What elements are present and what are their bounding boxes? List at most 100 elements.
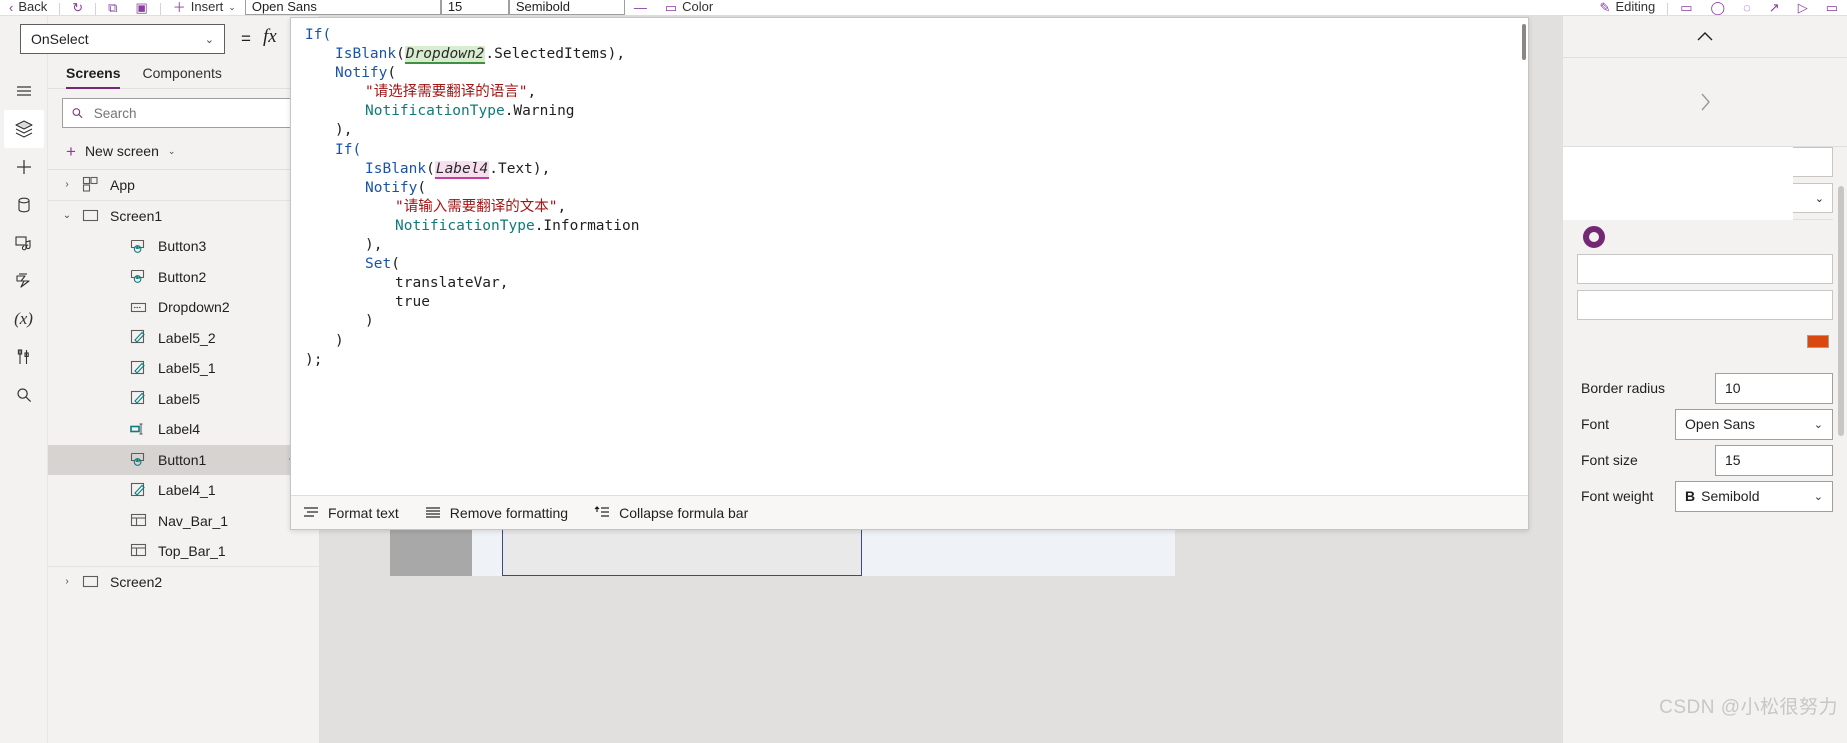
panel-overlay — [1563, 147, 1793, 220]
font-family-combobox[interactable]: Open Sans — [244, 0, 441, 15]
formula-editor[interactable]: If(IsBlank(Dropdown2.SelectedItems), Noti… — [291, 18, 1528, 495]
chevron-right-icon[interactable]: › — [56, 179, 78, 190]
property-select[interactable]: Open Sans ⌄ — [1675, 408, 1833, 440]
comment-button[interactable]: ◌ — [1734, 0, 1760, 15]
redo-button[interactable]: ↻ — [63, 0, 92, 15]
tree-item-dropdown2[interactable]: Dropdown2 — [48, 292, 319, 323]
tree-item-label: App — [110, 176, 135, 193]
top-command-bar: ‹ Back ↻ ⧉ ▣ ＋ Insert ⌄ Open Sans 15 Sem… — [0, 0, 1847, 16]
variables-icon[interactable]: (x) — [4, 300, 44, 338]
fill-color-swatch[interactable] — [1807, 334, 1829, 348]
publish-button[interactable]: ▭ — [1817, 0, 1847, 15]
copy-button[interactable]: ⧉ — [99, 0, 126, 15]
expand-right-panel-button[interactable] — [1563, 58, 1847, 147]
search-icon[interactable] — [4, 376, 44, 414]
formula-token: NotificationType — [395, 217, 535, 234]
font-weight-combobox[interactable]: Semibold — [508, 0, 625, 15]
database-icon[interactable] — [4, 186, 44, 224]
tree-item-label: Label4 — [158, 421, 201, 438]
container-icon — [126, 542, 150, 559]
theme-color-swatch[interactable] — [1583, 226, 1605, 248]
tree-item-label4_1[interactable]: Label4_1 — [48, 475, 319, 506]
chevron-down-icon[interactable]: ⌄ — [56, 210, 78, 221]
layers-icon[interactable] — [3, 110, 44, 148]
search-input[interactable] — [91, 104, 296, 122]
paste-button[interactable]: ▣ — [126, 0, 156, 15]
editing-mode-button[interactable]: ✎ Editing — [1591, 0, 1665, 15]
formula-token: , — [527, 84, 537, 101]
redo-icon: ↻ — [72, 0, 84, 15]
panel-field-box-3[interactable] — [1577, 290, 1833, 320]
screen-icon — [78, 573, 102, 590]
formula-code[interactable]: If(IsBlank(Dropdown2.SelectedItems), Noti… — [291, 26, 1528, 370]
divider — [95, 3, 97, 15]
font-size-combobox[interactable]: 15 — [440, 0, 509, 15]
remove-formatting-button[interactable]: Remove formatting — [425, 505, 568, 521]
formula-token: ( — [391, 256, 400, 273]
hamburger-menu-icon[interactable] — [4, 72, 44, 110]
search-box[interactable] — [62, 98, 305, 128]
property-selector-dropdown[interactable]: OnSelect ⌄ — [20, 24, 225, 54]
formula-token: If( — [305, 27, 332, 43]
tree-item-top_bar_1[interactable]: Top_Bar_1 — [48, 536, 319, 567]
tree-item-nav_bar_1[interactable]: Nav_Bar_1 — [48, 506, 319, 537]
format-text-button[interactable]: Format text — [303, 505, 399, 521]
chevron-down-icon: ⌄ — [1814, 192, 1824, 205]
power-automate-icon[interactable] — [4, 262, 44, 300]
panel-field-box-2[interactable] — [1577, 254, 1833, 284]
new-screen-button[interactable]: + New screen ⌄ — [48, 137, 319, 170]
collapse-right-panel-button[interactable] — [1563, 16, 1847, 58]
command-bar-right-group: ✎ Editing ▭ ◯ ◌ ↗ ▷ ▭ — [1591, 0, 1847, 15]
insert-button[interactable]: ＋ Insert ⌄ — [164, 0, 245, 15]
formula-bar[interactable]: If(IsBlank(Dropdown2.SelectedItems), Noti… — [290, 17, 1529, 530]
right-properties-panel: ⌄ Border radius 10 Font Open Sans ⌄ Font size… — [1562, 16, 1847, 743]
tab-screens[interactable]: Screens — [66, 65, 121, 89]
right-panel-scrollbar[interactable] — [1838, 186, 1844, 436]
tree-item-button2[interactable]: Button2 — [48, 262, 319, 293]
tree-item-screen1[interactable]: ⌄ Screen1 — [48, 201, 319, 232]
formula-scrollbar[interactable] — [1522, 24, 1526, 60]
formula-token: ( — [396, 46, 405, 63]
share-button[interactable]: ↗ — [1760, 0, 1789, 15]
screen-preview-button[interactable]: ▭ — [1671, 0, 1701, 15]
color-button[interactable]: ▭ Color — [656, 0, 722, 15]
chevron-right-icon[interactable]: › — [56, 576, 78, 587]
play-button[interactable]: ▷ — [1789, 0, 1817, 15]
property-select[interactable]: B Semibold ⌄ — [1675, 480, 1833, 512]
property-row-font: Font Open Sans ⌄ — [1563, 406, 1847, 442]
underline-button[interactable]: — — [625, 0, 656, 15]
help-button[interactable]: ◯ — [1702, 0, 1735, 15]
tree-item-label5[interactable]: Label5 — [48, 384, 319, 415]
property-row-font-size: Font size 15 — [1563, 442, 1847, 478]
tools-icon[interactable] — [4, 338, 44, 376]
tree-view-tabs: Screens Components — [48, 54, 319, 89]
divider — [159, 3, 161, 15]
dropdown-icon — [126, 299, 150, 316]
tree-item-app[interactable]: › App — [48, 170, 319, 201]
tree-item-label5_1[interactable]: Label5_1 — [48, 353, 319, 384]
collapse-formula-bar-button[interactable]: Collapse formula bar — [594, 505, 748, 521]
tree-item-label: Dropdown2 — [158, 299, 230, 316]
canvas-selected-control[interactable] — [502, 528, 862, 576]
panel-field-box-4[interactable] — [1577, 326, 1833, 356]
plus-icon[interactable] — [4, 148, 44, 186]
chevron-down-icon: ⌄ — [228, 2, 236, 12]
tab-components[interactable]: Components — [142, 65, 221, 88]
tree-item-screen2[interactable]: › Screen2 — [48, 567, 319, 598]
font-family-value: Open Sans — [251, 0, 317, 14]
property-input[interactable]: 15 — [1715, 444, 1833, 476]
tree-item-label5_2[interactable]: Label5_2 — [48, 323, 319, 354]
tree-item-label4[interactable]: Label4 — [48, 414, 319, 445]
canvas-control-grey-block[interactable] — [390, 529, 472, 576]
property-input[interactable]: 10 — [1715, 372, 1833, 404]
container-icon — [126, 512, 150, 529]
tree-item-button3[interactable]: Button3 — [48, 231, 319, 262]
back-button[interactable]: ‹ Back — [0, 0, 56, 15]
formula-line: ), — [305, 121, 1528, 140]
bold-icon: B — [1685, 488, 1696, 504]
media-icon[interactable] — [4, 224, 44, 262]
tree-item-button1[interactable]: Button1••• — [48, 444, 319, 475]
powerapps-studio-window: ‹ Back ↻ ⧉ ▣ ＋ Insert ⌄ Open Sans 15 Sem… — [0, 0, 1847, 743]
help-icon: ◯ — [1710, 0, 1726, 15]
formula-token: "请输入需要翻译的文本" — [395, 198, 558, 215]
